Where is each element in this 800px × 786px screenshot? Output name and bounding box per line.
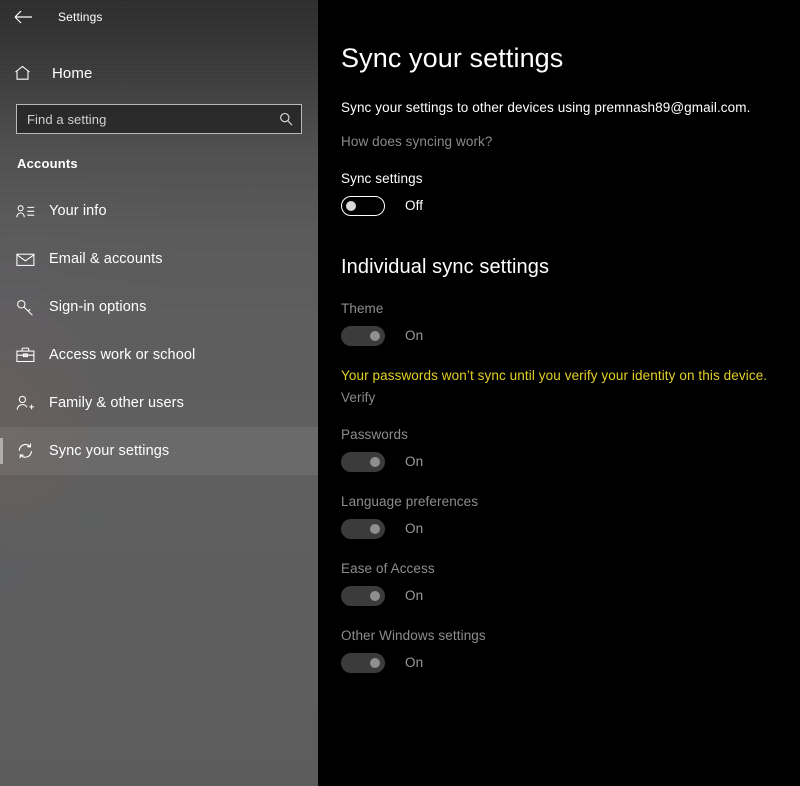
sync-settings-label: Sync settings — [341, 170, 423, 186]
sync-settings-toggle[interactable] — [341, 195, 385, 216]
ease-of-access-label: Ease of Access — [341, 560, 435, 576]
search-input[interactable] — [17, 105, 271, 133]
sidebar-item-access-work-school[interactable]: Access work or school — [0, 331, 318, 379]
theme-toggle-row: On — [341, 325, 800, 346]
sidebar-group-heading: Accounts — [17, 156, 78, 171]
sidebar-item-label: Email & accounts — [49, 251, 163, 267]
passwords-setting-block: Passwords On — [341, 427, 800, 472]
other-windows-settings-state: On — [405, 655, 424, 671]
ease-of-access-toggle — [341, 585, 385, 606]
passwords-toggle-row: On — [341, 451, 800, 472]
page-title: Sync your settings — [341, 43, 564, 73]
ease-of-access-setting-block: Ease of Access On — [341, 561, 800, 606]
other-windows-settings-label: Other Windows settings — [341, 627, 486, 643]
toggle-knob — [346, 200, 356, 211]
sync-settings-toggle-row: Off — [341, 195, 800, 216]
sidebar-home-label: Home — [52, 64, 93, 82]
sidebar-item-label: Sign-in options — [49, 299, 147, 315]
sidebar-item-email-accounts[interactable]: Email & accounts — [0, 235, 318, 283]
passwords-state: On — [405, 454, 424, 470]
envelope-icon — [16, 252, 46, 266]
sync-settings-state: Off — [405, 198, 424, 214]
main-content: Sync your settings Sync your settings to… — [318, 0, 800, 786]
search-box[interactable] — [16, 104, 302, 134]
sidebar: Settings Home Find a setting Accounts Yo… — [0, 0, 318, 786]
toggle-knob — [370, 456, 380, 467]
sidebar-item-label: Sync your settings — [49, 443, 170, 459]
sidebar-item-your-info[interactable]: Your info — [0, 187, 318, 235]
theme-state: On — [405, 328, 424, 344]
user-add-icon — [16, 395, 46, 411]
individual-sync-settings-heading: Individual sync settings — [341, 255, 550, 278]
title-bar: Settings — [0, 0, 318, 34]
theme-label: Theme — [341, 300, 384, 316]
other-windows-settings-toggle-row: On — [341, 652, 800, 673]
toggle-knob — [370, 657, 380, 668]
user-details-icon — [16, 204, 46, 219]
how-does-syncing-work-link[interactable]: How does syncing work? — [341, 134, 800, 149]
back-arrow-icon — [14, 10, 33, 24]
sidebar-nav: Your info Email & accounts Sign-in optio… — [0, 187, 318, 475]
toggle-knob — [370, 330, 380, 341]
verify-link[interactable]: Verify — [341, 390, 800, 405]
toggle-knob — [370, 590, 380, 601]
home-icon — [14, 65, 46, 81]
sidebar-item-label: Access work or school — [49, 347, 196, 363]
language-preferences-setting-block: Language preferences On — [341, 494, 800, 539]
language-preferences-label: Language preferences — [341, 493, 479, 509]
theme-toggle — [341, 325, 385, 346]
sidebar-item-sign-in-options[interactable]: Sign-in options — [0, 283, 318, 331]
ease-of-access-toggle-row: On — [341, 585, 800, 606]
passwords-toggle — [341, 451, 385, 472]
sidebar-item-sync-your-settings[interactable]: Sync your settings — [0, 427, 318, 475]
other-windows-settings-toggle — [341, 652, 385, 673]
sync-settings-block: Sync settings Off — [341, 171, 800, 216]
other-windows-settings-block: Other Windows settings On — [341, 628, 800, 673]
key-icon — [16, 299, 46, 316]
window-title: Settings — [58, 10, 103, 24]
sidebar-item-label: Your info — [49, 203, 107, 219]
sidebar-item-home[interactable]: Home — [0, 53, 318, 93]
password-sync-warning: Your passwords won’t sync until you veri… — [341, 367, 768, 383]
back-button[interactable] — [0, 1, 46, 33]
sync-icon — [16, 442, 46, 460]
language-preferences-toggle — [341, 518, 385, 539]
briefcase-icon — [16, 347, 46, 363]
language-preferences-toggle-row: On — [341, 518, 800, 539]
search-container — [16, 104, 302, 134]
passwords-label: Passwords — [341, 426, 408, 442]
sidebar-item-label: Family & other users — [49, 395, 184, 411]
search-icon[interactable] — [271, 112, 301, 126]
settings-window: Settings Home Find a setting Accounts Yo… — [0, 0, 800, 786]
theme-setting-block: Theme On — [341, 301, 800, 346]
sidebar-item-family-other-users[interactable]: Family & other users — [0, 379, 318, 427]
ease-of-access-state: On — [405, 588, 424, 604]
toggle-knob — [370, 523, 380, 534]
language-preferences-state: On — [405, 521, 424, 537]
page-description: Sync your settings to other devices usin… — [341, 99, 751, 115]
